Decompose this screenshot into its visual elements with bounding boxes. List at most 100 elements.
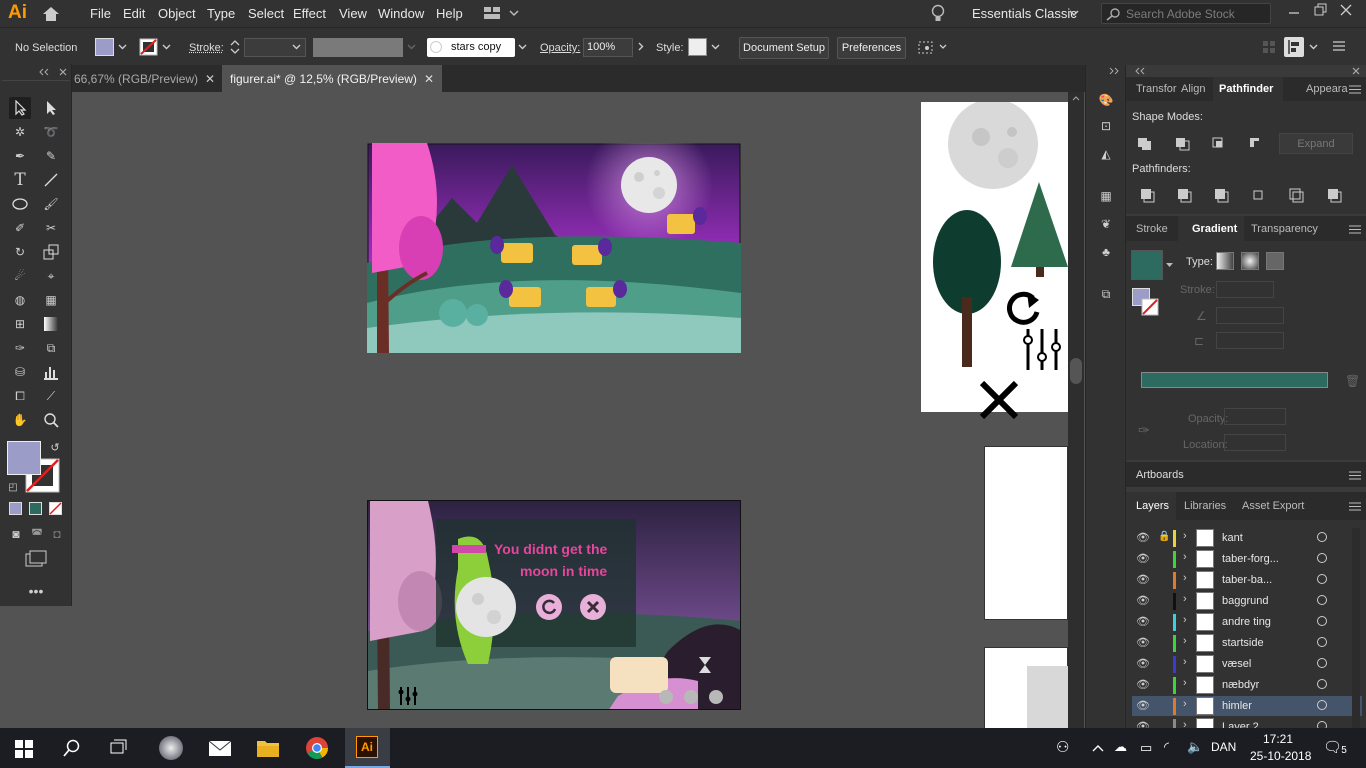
shape-builder-tool-icon[interactable]: ◍: [9, 289, 31, 311]
default-fill-stroke-icon[interactable]: ◰: [2, 476, 24, 498]
blend-tool-icon[interactable]: ⧉: [40, 337, 62, 359]
tray-chevron-up-icon[interactable]: [1092, 744, 1104, 752]
shape-mode-buttons[interactable]: [1136, 135, 1266, 153]
close-button-icon[interactable]: [579, 593, 607, 621]
artboard-blank-1[interactable]: [984, 446, 1068, 620]
tab-pathfinder[interactable]: Pathfinder: [1213, 77, 1283, 101]
menu-edit[interactable]: Edit: [123, 6, 145, 21]
tab-libraries[interactable]: Libraries: [1184, 500, 1226, 512]
edit-toolbar-icon[interactable]: •••: [25, 580, 47, 602]
layer-row[interactable]: 👁 › startside: [1132, 633, 1362, 654]
menu-type[interactable]: Type: [207, 6, 235, 21]
menu-select[interactable]: Select: [248, 6, 284, 21]
scale-tool-icon[interactable]: [40, 241, 62, 263]
lightbulb-icon[interactable]: [930, 4, 946, 23]
home-icon[interactable]: [41, 5, 61, 23]
visibility-eye-icon[interactable]: 👁: [1136, 615, 1150, 628]
tab-gradient[interactable]: Gradient: [1178, 216, 1244, 241]
language-indicator[interactable]: DAN: [1211, 740, 1236, 754]
linear-gradient-button[interactable]: [1216, 252, 1234, 270]
document-setup-button[interactable]: Document Setup: [739, 37, 829, 59]
menu-help[interactable]: Help: [436, 6, 463, 21]
tab-appearance[interactable]: Appeara: [1306, 83, 1348, 95]
target-circle-icon[interactable]: [1317, 553, 1327, 563]
layer-row[interactable]: 👁 › baggrund: [1132, 591, 1362, 612]
opacity-label[interactable]: Opacity:: [540, 42, 580, 54]
expand-arrow-icon[interactable]: ›: [1183, 656, 1187, 668]
visibility-eye-icon[interactable]: 👁: [1136, 531, 1150, 544]
none-mode-icon[interactable]: [49, 502, 62, 515]
menu-view[interactable]: View: [339, 6, 367, 21]
target-circle-icon[interactable]: [1317, 574, 1327, 584]
sliders-icon[interactable]: [398, 686, 418, 706]
close-panel-icon[interactable]: [59, 68, 67, 76]
target-circle-icon[interactable]: [1317, 679, 1327, 689]
symbols-icon[interactable]: ♣: [1095, 241, 1117, 263]
clock-time[interactable]: 17:21: [1263, 732, 1293, 746]
pathfinder-buttons[interactable]: [1140, 187, 1350, 205]
chevron-down-icon[interactable]: [118, 44, 127, 50]
workspace-dropdown[interactable]: Essentials Classic: [972, 6, 1077, 21]
target-circle-icon[interactable]: [1317, 658, 1327, 668]
gradient-mode-icon[interactable]: [29, 502, 42, 515]
tab-transform[interactable]: Transfor: [1136, 83, 1177, 95]
chevron-down-icon[interactable]: [518, 44, 527, 50]
graphic-style-swatch[interactable]: [688, 38, 707, 56]
volume-icon[interactable]: 🔈: [1187, 739, 1203, 755]
artboards-title[interactable]: Artboards: [1136, 469, 1184, 481]
document-tab-1[interactable]: 66,67% (RGB/Preview) ✕: [72, 65, 222, 92]
tab-asset-export[interactable]: Asset Export: [1242, 500, 1304, 512]
collapse-panel-icon[interactable]: [1108, 67, 1120, 75]
document-tab-2[interactable]: figurer.ai* @ 12,5% (RGB/Preview) ✕: [222, 65, 442, 92]
search-icon[interactable]: [63, 739, 81, 757]
layer-row[interactable]: 👁 › næbdyr: [1132, 675, 1362, 696]
column-graph-tool-icon[interactable]: [40, 361, 62, 383]
transform-icon[interactable]: [917, 38, 947, 56]
network-icon[interactable]: ◜: [1164, 739, 1169, 755]
swatches-icon[interactable]: ▦: [1095, 185, 1117, 207]
stroke-weight-stepper[interactable]: [229, 38, 241, 56]
panel-menu-icon[interactable]: [1349, 225, 1361, 234]
chevron-down-icon[interactable]: [292, 44, 301, 50]
layer-row[interactable]: 👁 › taber-forg...: [1132, 549, 1362, 570]
mesh-tool-icon[interactable]: ⊞: [9, 313, 31, 335]
menu-effect[interactable]: Effect: [293, 6, 326, 21]
expand-arrow-icon[interactable]: ›: [1183, 593, 1187, 605]
onedrive-icon[interactable]: ☁: [1114, 739, 1127, 755]
layer-row[interactable]: 👁 › taber-ba...: [1132, 570, 1362, 591]
selection-tool-icon[interactable]: [9, 97, 31, 119]
draw-normal-icon[interactable]: ◙: [5, 523, 27, 545]
perspective-grid-tool-icon[interactable]: ▦: [40, 289, 62, 311]
target-circle-icon[interactable]: [1317, 532, 1327, 542]
artboard-blank-2[interactable]: [984, 647, 1068, 728]
magic-wand-tool-icon[interactable]: ✲: [9, 121, 31, 143]
artboard-tool-icon[interactable]: ⧠: [9, 385, 31, 407]
curvature-tool-icon[interactable]: ✎: [40, 145, 62, 167]
clock-date[interactable]: 25-10-2018: [1250, 749, 1311, 763]
panel-menu-icon[interactable]: [1349, 471, 1361, 480]
rotate-tool-icon[interactable]: ↻: [9, 241, 31, 263]
align-panel-button[interactable]: [1284, 37, 1304, 57]
pen-tool-icon[interactable]: ✒: [9, 145, 31, 167]
opacity-field[interactable]: 100%: [583, 38, 633, 57]
chevron-down-icon[interactable]: [162, 44, 171, 50]
fill-color-box-front[interactable]: [7, 441, 41, 475]
tab-layers[interactable]: Layers: [1126, 492, 1176, 520]
menu-object[interactable]: Object: [158, 6, 196, 21]
chevron-down-icon[interactable]: [1166, 263, 1173, 268]
lock-icon[interactable]: 🔒: [1158, 531, 1170, 542]
ellipse-tool-icon[interactable]: [9, 193, 31, 215]
restore-icon[interactable]: [1314, 3, 1328, 17]
target-circle-icon[interactable]: [1317, 595, 1327, 605]
type-tool-icon[interactable]: T: [9, 169, 31, 191]
symbol-sprayer-tool-icon[interactable]: ⛁: [9, 361, 31, 383]
close-tab-icon[interactable]: ✕: [205, 72, 215, 86]
shaper-tool-icon[interactable]: ✐: [9, 217, 31, 239]
layer-row[interactable]: 👁 › væsel: [1132, 654, 1362, 675]
arrange-documents-icon[interactable]: [1262, 40, 1276, 54]
tab-stroke[interactable]: Stroke: [1136, 223, 1168, 235]
visibility-eye-icon[interactable]: 👁: [1136, 678, 1150, 691]
screen-mode-icon[interactable]: [25, 548, 47, 570]
restart-button-icon[interactable]: [535, 593, 563, 621]
stroke-indicator[interactable]: [1141, 298, 1159, 316]
